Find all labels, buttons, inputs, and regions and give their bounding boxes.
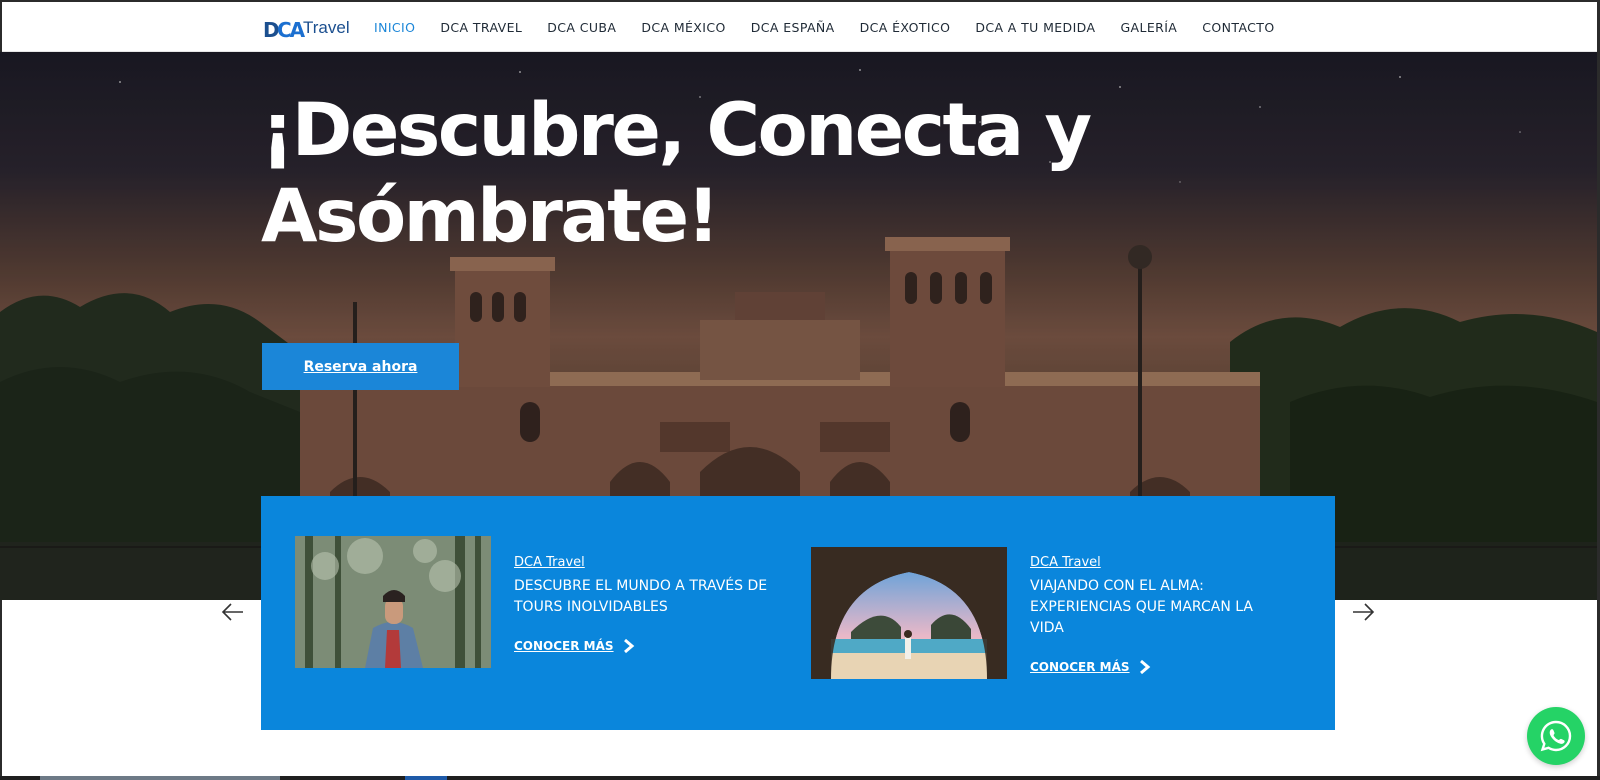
logo-text: Travel <box>303 18 350 37</box>
nav-item-galeria[interactable]: GALERÍA <box>1120 20 1177 35</box>
logo-mark-d: D <box>263 18 280 42</box>
main-nav: INICIO DCA TRAVEL DCA CUBA DCA MÉXICO DC… <box>374 2 1300 52</box>
post-card-read-more[interactable]: CONOCER MÁS <box>514 638 769 654</box>
whatsapp-icon <box>1540 720 1572 752</box>
nav-item-inicio[interactable]: INICIO <box>374 20 415 35</box>
read-more-label: CONOCER MÁS <box>514 639 614 653</box>
post-card-title: DESCUBRE EL MUNDO A TRAVÉS DE TOURS INOL… <box>514 578 768 615</box>
post-card-category[interactable]: DCA Travel <box>514 555 585 570</box>
post-card-image-hiker[interactable] <box>295 536 491 668</box>
nav-item-contacto[interactable]: CONTACTO <box>1202 20 1274 35</box>
slider-prev-arrow[interactable] <box>221 602 245 622</box>
taskbar-segment <box>40 776 280 780</box>
post-card: DCA Travel DESCUBRE EL MUNDO A TRAVÉS DE… <box>295 496 775 730</box>
post-card-title: VIAJANDO CON EL ALMA: EXPERIENCIAS QUE M… <box>1030 578 1253 636</box>
post-card-category[interactable]: DCA Travel <box>1030 555 1101 570</box>
logo-mark-ca: CA <box>277 18 305 42</box>
hero-title: ¡Descubre, Conecta y Asómbrate! <box>261 88 1092 259</box>
post-card-read-more[interactable]: CONOCER MÁS <box>1030 659 1285 675</box>
whatsapp-button[interactable] <box>1527 707 1585 765</box>
nav-item-dca-a-tu-medida[interactable]: DCA A TU MEDIDA <box>975 20 1095 35</box>
post-card-body: DCA Travel DESCUBRE EL MUNDO A TRAVÉS DE… <box>514 551 769 654</box>
slider-next-arrow[interactable] <box>1351 602 1375 622</box>
chevron-right-icon <box>1139 659 1150 675</box>
reserve-now-button[interactable]: Reserva ahora <box>262 343 459 390</box>
nav-item-dca-exotico[interactable]: DCA ÉXOTICO <box>860 20 951 35</box>
nav-item-dca-travel[interactable]: DCA TRAVEL <box>440 20 522 35</box>
post-card: DCA Travel VIAJANDO CON EL ALMA: EXPERIE… <box>811 496 1291 730</box>
reserve-now-label: Reserva ahora <box>303 358 418 375</box>
nav-item-dca-espana[interactable]: DCA ESPAÑA <box>751 20 835 35</box>
arrow-left-icon <box>221 603 243 621</box>
taskbar-segment-active <box>405 776 447 780</box>
featured-posts-slider: DCA Travel DESCUBRE EL MUNDO A TRAVÉS DE… <box>261 496 1335 730</box>
read-more-label: CONOCER MÁS <box>1030 660 1130 674</box>
arrow-right-icon <box>1353 603 1375 621</box>
post-card-body: DCA Travel VIAJANDO CON EL ALMA: EXPERIE… <box>1030 551 1285 675</box>
nav-item-dca-mexico[interactable]: DCA MÉXICO <box>641 20 725 35</box>
post-card-image-beach-cave[interactable] <box>811 547 1007 679</box>
nav-item-dca-cuba[interactable]: DCA CUBA <box>547 20 616 35</box>
window-frame-bottom <box>0 776 1600 780</box>
chevron-right-icon <box>623 638 634 654</box>
site-logo[interactable]: D CA Travel <box>263 16 350 42</box>
logo-mark: D CA <box>263 16 305 42</box>
site-header: D CA Travel INICIO DCA TRAVEL DCA CUBA D… <box>2 2 1597 52</box>
